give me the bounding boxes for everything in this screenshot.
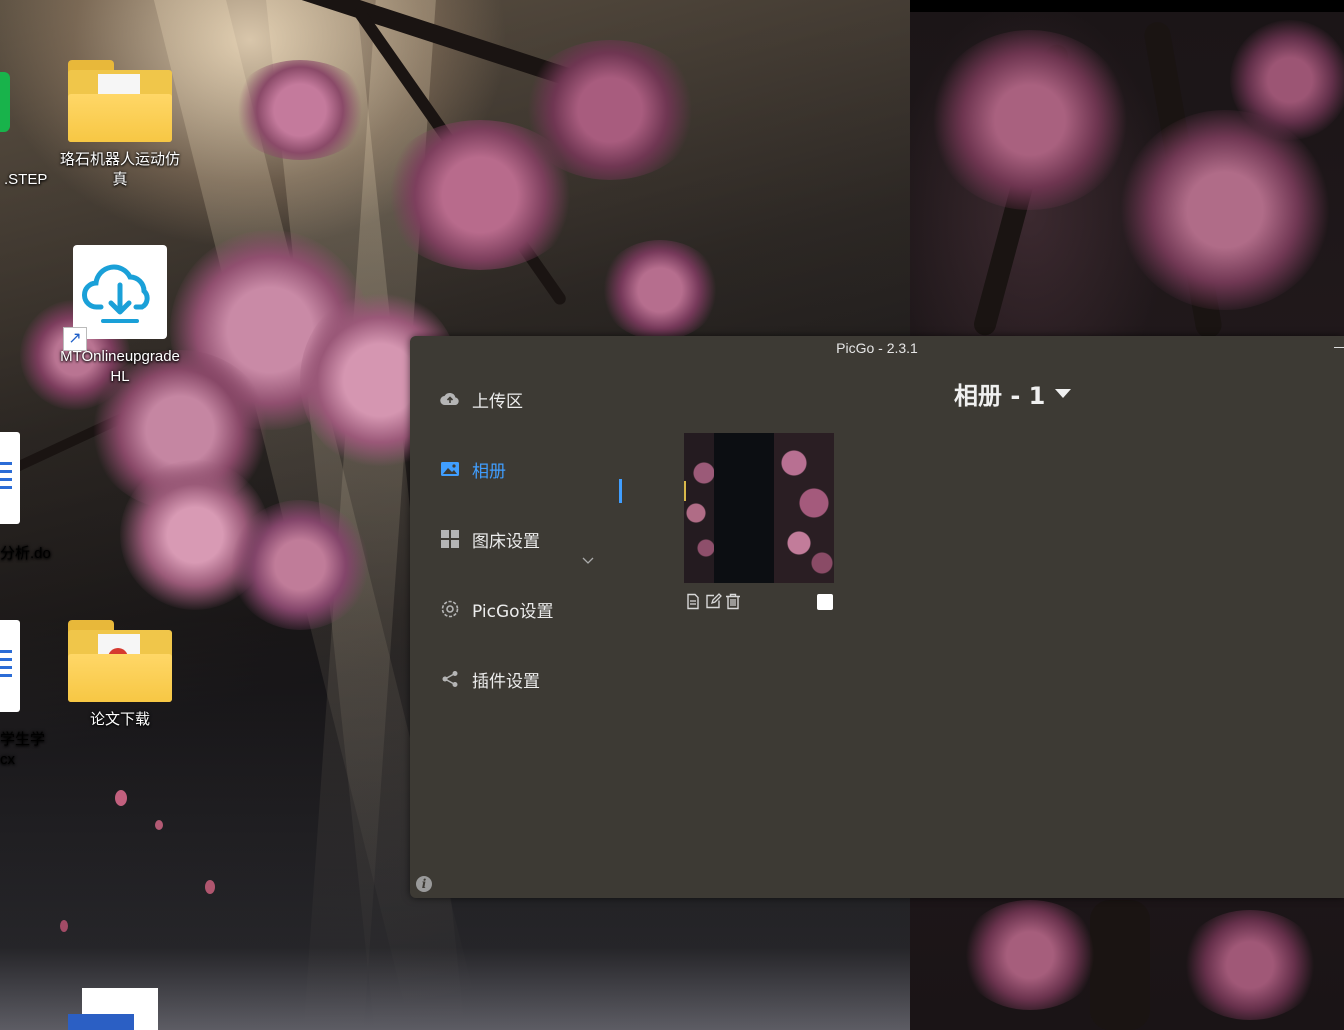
petal — [115, 790, 127, 806]
sidebar-item-gallery[interactable]: 相册 — [440, 454, 506, 484]
gear-icon — [440, 599, 460, 619]
desktop-icon-doc-student[interactable]: 学生学 cx — [0, 620, 60, 770]
picture-icon — [440, 459, 460, 479]
tree-trunk — [1090, 900, 1150, 1030]
minimize-button[interactable] — [1334, 347, 1344, 348]
edit-icon[interactable] — [704, 592, 722, 610]
monitor-gap — [910, 0, 1344, 12]
sidebar-item-plugin-settings[interactable]: 插件设置 — [440, 664, 540, 694]
copy-link-icon[interactable] — [684, 592, 702, 610]
petal — [155, 820, 163, 830]
desktop-icon-word-doc[interactable] — [68, 988, 160, 1030]
gallery-title: 相册 - 1 — [954, 382, 1046, 410]
blossom-cluster — [960, 900, 1100, 1010]
desktop-icon-label: 论文下载 — [89, 711, 150, 728]
blossom-cluster — [930, 30, 1130, 210]
grid-icon — [440, 529, 460, 549]
word-doc-icon — [0, 620, 20, 712]
sidebar-item-label: 插件设置 — [472, 671, 540, 692]
thumbnail-actions — [684, 592, 742, 610]
info-icon[interactable]: i — [416, 876, 432, 892]
app-icon-partial — [0, 72, 10, 132]
cloud-download-icon: ↗ — [63, 245, 167, 351]
share-icon — [440, 669, 460, 689]
caret-down-icon — [1055, 389, 1072, 398]
window-title: PicGo - 2.3.1 — [836, 340, 918, 356]
sidebar-item-label: 相册 — [472, 461, 506, 482]
sidebar-item-label: 图床设置 — [472, 531, 540, 552]
petal — [205, 880, 215, 894]
desktop-icon-folder-papers[interactable]: 论文下载 — [55, 620, 185, 730]
image-select-checkbox[interactable] — [817, 594, 833, 610]
sidebar-item-picgo-settings[interactable]: PicGo设置 — [440, 594, 554, 624]
folder-icon — [68, 620, 172, 702]
sidebar-item-upload[interactable]: 上传区 — [440, 384, 523, 414]
desktop-icon-mtonlineupgrade[interactable]: ↗ MTOnlineupgradeHL — [55, 245, 185, 387]
desktop-icon-label: 学生学 — [0, 731, 46, 748]
gallery-image-thumbnail[interactable] — [684, 433, 834, 583]
blossom-cluster — [230, 500, 370, 630]
desktop-icon-label: 珞石机器人运动仿真 — [59, 151, 180, 188]
sidebar-item-label: 上传区 — [472, 391, 523, 412]
desktop-icon-doc-analysis[interactable]: 分析.do — [0, 432, 60, 572]
blossom-cluster — [1180, 910, 1320, 1020]
window-titlebar[interactable]: PicGo - 2.3.1 — [410, 336, 1344, 360]
blossom-cluster — [520, 40, 700, 180]
blossom-cluster — [1230, 20, 1344, 140]
blossom-cluster — [1120, 110, 1330, 310]
blossom-cluster — [230, 60, 370, 160]
desktop-icon-label: MTOnlineupgradeHL — [60, 348, 180, 385]
desktop-icon-step[interactable]: .STEP — [0, 72, 50, 188]
word-badge — [68, 1014, 134, 1030]
desktop-icon-label: cx — [0, 751, 15, 768]
blossom-cluster — [600, 240, 720, 340]
shortcut-arrow-icon: ↗ — [63, 327, 87, 351]
folder-icon — [68, 60, 172, 142]
chevron-down-icon[interactable] — [582, 554, 594, 568]
picgo-window: PicGo - 2.3.1 上传区 相册 图床设置 PicGo设置 插件设置 相… — [410, 336, 1344, 898]
desktop-icon-folder-robot-sim[interactable]: 珞石机器人运动仿真 — [55, 60, 185, 190]
sidebar-item-image-host-settings[interactable]: 图床设置 — [440, 524, 540, 554]
cloud-upload-icon — [440, 389, 460, 409]
desktop-icon-label: .STEP — [4, 171, 48, 188]
active-indicator — [619, 479, 622, 503]
gallery-title-dropdown[interactable]: 相册 - 1 — [954, 376, 1072, 411]
delete-icon[interactable] — [724, 592, 742, 610]
word-doc-icon — [0, 432, 20, 524]
sidebar-item-label: PicGo设置 — [472, 601, 554, 622]
petal — [60, 920, 68, 932]
desktop-icon-label: 分析.do — [0, 545, 51, 562]
